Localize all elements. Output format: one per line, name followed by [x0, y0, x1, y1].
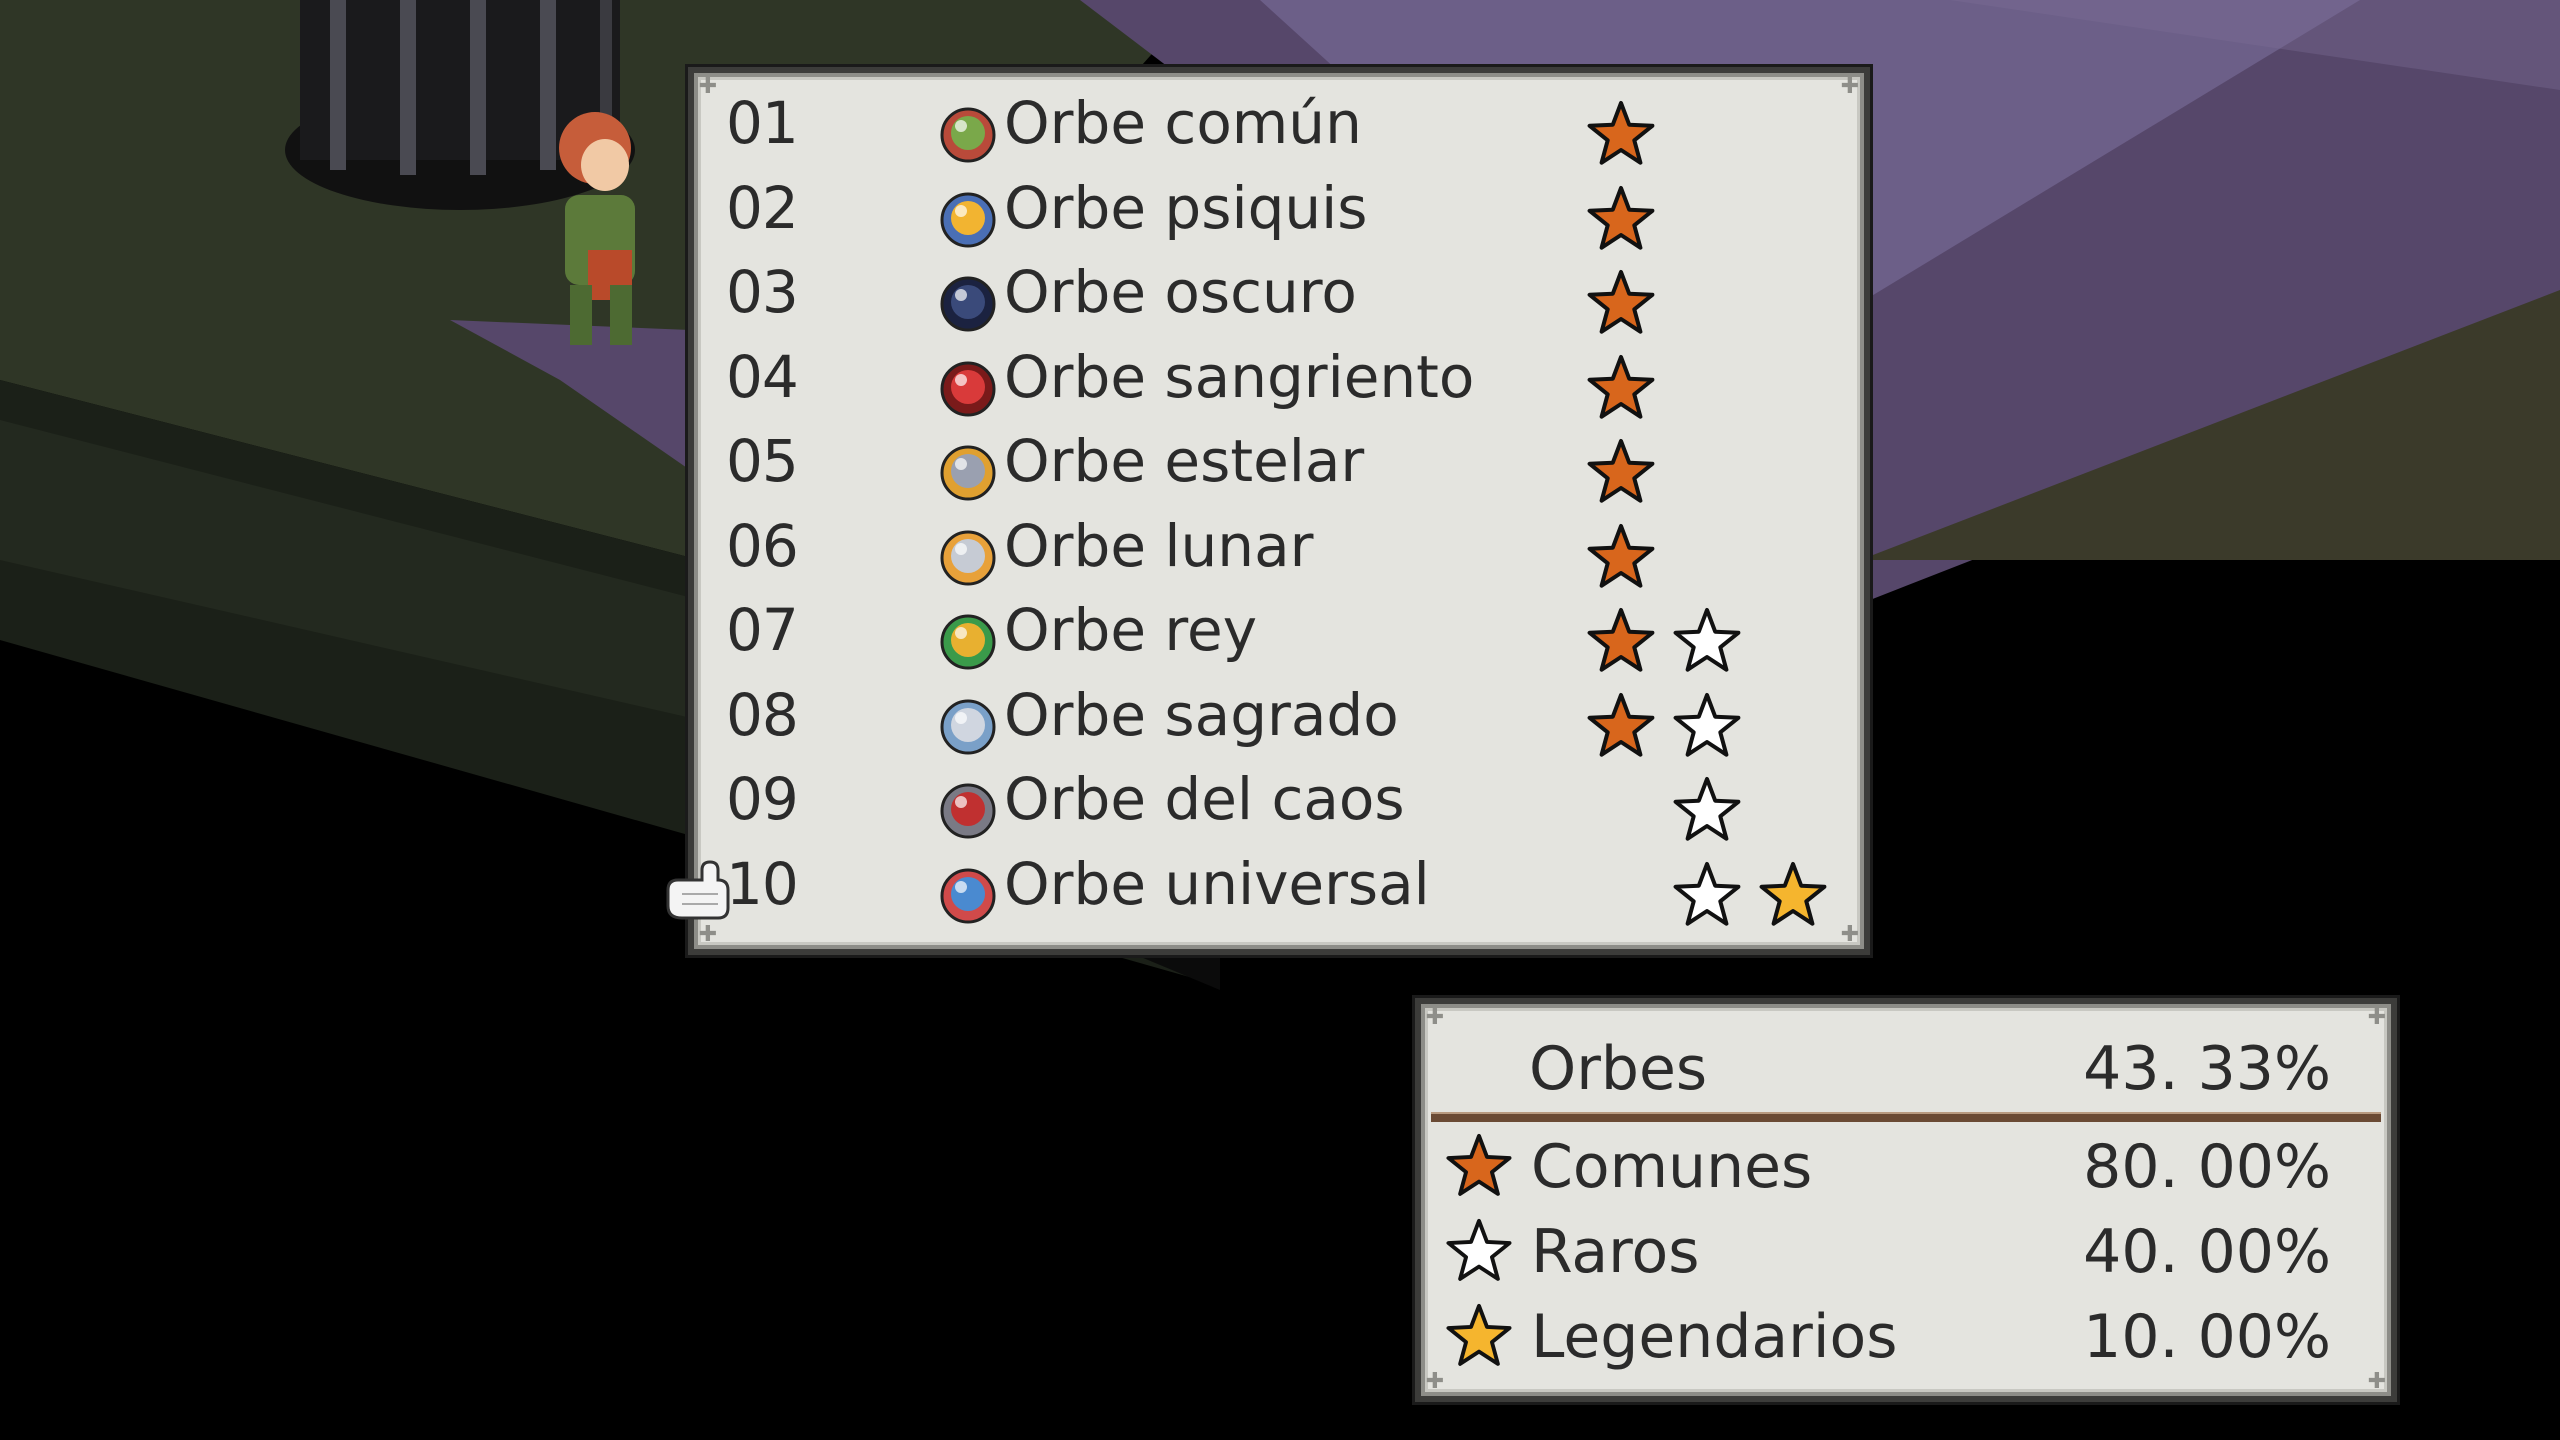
- common-star-icon: [1587, 608, 1655, 672]
- common-star-icon: [1587, 185, 1655, 250]
- orb-number: 02: [726, 173, 799, 242]
- summary-percent: 80. 00%: [2083, 1132, 2331, 1202]
- summary-label: Legendarios: [1531, 1302, 1898, 1372]
- list-item[interactable]: 05 Orbe estelar: [694, 423, 1864, 507]
- orb-name: Orbe lunar: [1004, 511, 1314, 580]
- summary-percent: 40. 00%: [2083, 1217, 2331, 1287]
- orb-name: Orbe oscuro: [1004, 258, 1357, 326]
- list-item[interactable]: 02 Orbe psiquis: [694, 170, 1864, 254]
- moon-orb-icon: [940, 530, 996, 585]
- orb-name: Orbe universal: [1004, 849, 1430, 918]
- rare-star-icon: [1673, 861, 1741, 926]
- summary-row: Comunes 80. 00%: [1421, 1124, 2391, 1208]
- rare-star-icon: [1673, 692, 1741, 757]
- common-star-icon: [1587, 523, 1655, 588]
- holy-orb-icon: [940, 699, 996, 754]
- list-item[interactable]: 04 Orbe sangriento: [694, 339, 1864, 423]
- common-star-icon: [1587, 101, 1655, 165]
- list-item[interactable]: 03 Orbe oscuro: [694, 254, 1864, 338]
- orb-number: 04: [726, 342, 799, 411]
- chaos-orb-icon: [940, 783, 996, 839]
- dark-orb-icon: [940, 276, 996, 332]
- summary-label: Comunes: [1531, 1132, 1813, 1202]
- orb-number: 03: [726, 258, 799, 326]
- summary-percent: 10. 00%: [2083, 1302, 2331, 1372]
- divider: [1431, 1112, 2381, 1122]
- list-item[interactable]: 06 Orbe lunar: [694, 508, 1864, 592]
- summary-row: Raros 40. 00%: [1421, 1209, 2391, 1293]
- corner-ornament: ✚: [1425, 1005, 1445, 1030]
- common-star-icon: [1587, 692, 1655, 757]
- green-orb-icon: [940, 107, 996, 163]
- list-item[interactable]: 09 Orbe del caos: [694, 761, 1864, 845]
- orb-number: 08: [726, 680, 799, 749]
- list-item[interactable]: 01 Orbe común: [694, 85, 1864, 169]
- rare-star-icon: [1446, 1218, 1512, 1281]
- orb-number: 09: [726, 765, 799, 833]
- summary-title: Orbes: [1529, 1034, 1708, 1104]
- star-orb-icon: [940, 445, 996, 501]
- list-item[interactable]: 08 Orbe sagrado: [694, 677, 1864, 761]
- orb-number: 05: [726, 427, 799, 495]
- summary-total-percent: 43. 33%: [2083, 1034, 2331, 1104]
- king-orb-icon: [940, 614, 996, 670]
- orb-name: Orbe rey: [1004, 596, 1258, 664]
- orb-name: Orbe sangriento: [1004, 342, 1475, 411]
- common-star-icon: [1587, 439, 1655, 503]
- common-star-icon: [1587, 354, 1655, 419]
- orb-list-panel: ✚ ✚ ✚ ✚ 01 Orbe común 02 Orbe psiquis 03 Orbe…: [688, 67, 1870, 955]
- corner-ornament: ✚: [2367, 1005, 2387, 1030]
- orb-name: Orbe sagrado: [1004, 680, 1399, 749]
- summary-row: Legendarios 10. 00%: [1421, 1294, 2391, 1378]
- legendary-star-icon: [1759, 861, 1827, 926]
- orb-name: Orbe del caos: [1004, 765, 1405, 833]
- list-item[interactable]: 10 Orbe universal: [694, 846, 1864, 930]
- orb-name: Orbe estelar: [1004, 427, 1365, 495]
- orb-number: 06: [726, 511, 799, 580]
- gold-orb-icon: [940, 192, 996, 247]
- summary-label: Raros: [1531, 1217, 1700, 1287]
- rare-star-icon: [1673, 777, 1741, 841]
- hand-pointer-icon: [666, 860, 730, 920]
- legendary-star-icon: [1446, 1303, 1512, 1366]
- rare-star-icon: [1673, 608, 1741, 672]
- common-star-icon: [1587, 270, 1655, 334]
- orb-number: 07: [726, 596, 799, 664]
- common-star-icon: [1446, 1133, 1512, 1196]
- list-item[interactable]: 07 Orbe rey: [694, 592, 1864, 676]
- orb-name: Orbe psiquis: [1004, 173, 1368, 242]
- universal-orb-icon: [940, 868, 996, 923]
- completion-summary-panel: ✚ ✚ ✚ ✚ Orbes 43. 33% Comunes 80. 00% Raro…: [1415, 998, 2397, 1402]
- orb-name: Orbe común: [1004, 89, 1362, 157]
- orb-number: 01: [726, 89, 799, 157]
- red-orb-icon: [940, 361, 996, 416]
